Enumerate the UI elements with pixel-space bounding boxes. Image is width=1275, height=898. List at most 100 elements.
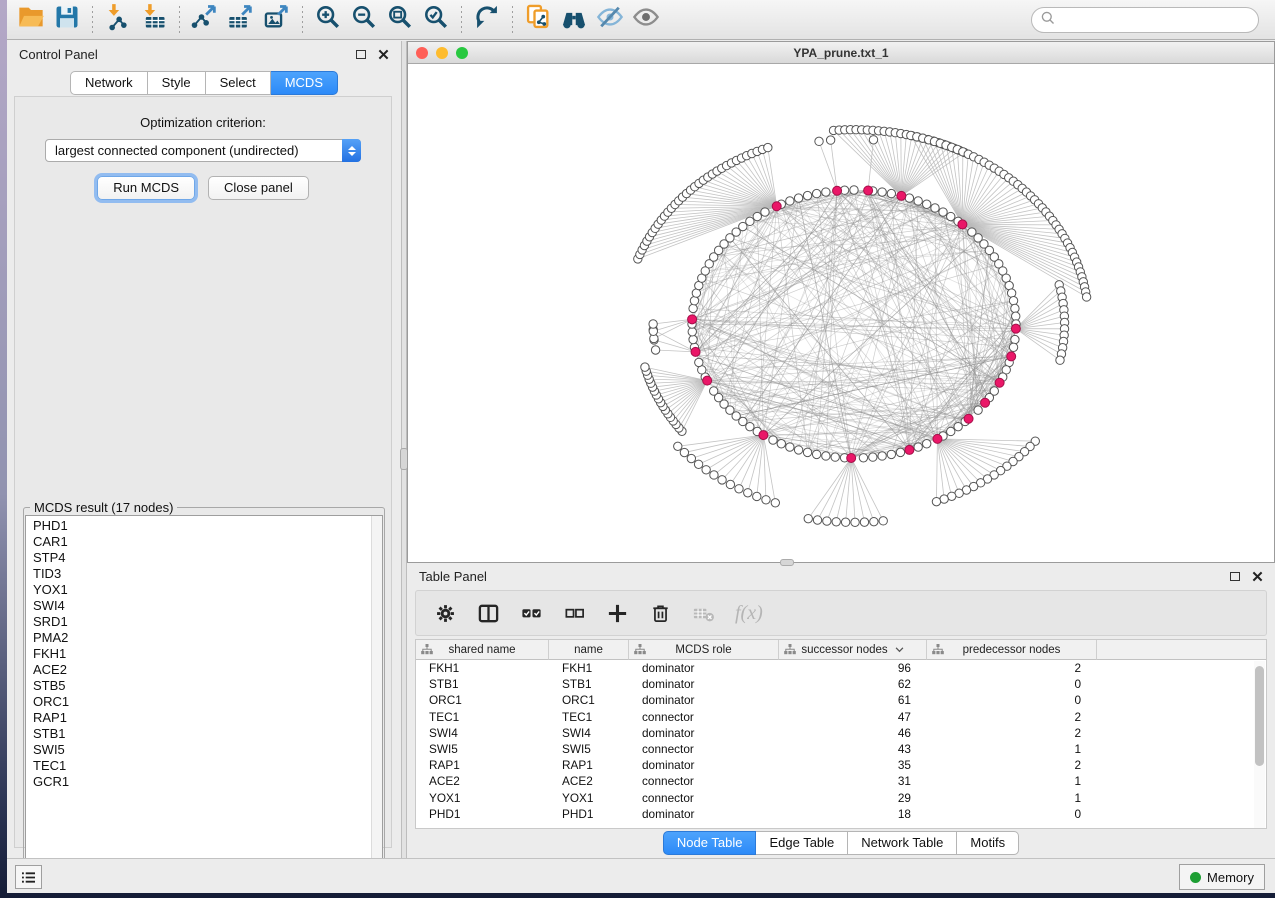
tab-network-table[interactable]: Network Table (848, 831, 957, 855)
graph-node[interactable] (939, 208, 947, 216)
import-network-button[interactable] (100, 4, 136, 36)
node-table[interactable]: shared namenameMCDS rolesuccessor nodesp… (415, 639, 1267, 829)
graph-node[interactable] (812, 189, 820, 197)
mcds-list-item[interactable]: SWI5 (26, 742, 382, 758)
graph-node[interactable] (764, 143, 772, 151)
graph-node[interactable] (651, 346, 659, 354)
graph-node[interactable] (786, 197, 794, 205)
import-table-button[interactable] (136, 4, 172, 36)
graph-node[interactable] (710, 471, 718, 479)
graph-node[interactable] (771, 499, 779, 507)
tab-mcds[interactable]: MCDS (271, 71, 338, 95)
hide-selected-button[interactable] (592, 4, 628, 36)
mcds-node[interactable] (1011, 324, 1020, 333)
mcds-list-item[interactable]: STP4 (26, 550, 382, 566)
graph-node[interactable] (823, 517, 831, 525)
float-panel-icon[interactable] (1230, 572, 1240, 581)
graph-node[interactable] (769, 436, 777, 444)
graph-node[interactable] (794, 194, 802, 202)
table-row[interactable]: RAP1RAP1dominator352 (416, 757, 1266, 773)
export-table-button[interactable] (223, 4, 259, 36)
float-panel-icon[interactable] (356, 50, 366, 59)
tab-motifs[interactable]: Motifs (957, 831, 1019, 855)
graph-node[interactable] (813, 516, 821, 524)
column-header-successor-nodes[interactable]: successor nodes (779, 640, 927, 660)
graph-node[interactable] (702, 466, 710, 474)
graph-node[interactable] (735, 485, 743, 493)
graph-node[interactable] (1012, 312, 1020, 320)
graph-node[interactable] (680, 448, 688, 456)
search-field[interactable] (1031, 7, 1259, 33)
zoom-fit-button[interactable] (382, 4, 418, 36)
graph-node[interactable] (710, 387, 718, 395)
graph-node[interactable] (923, 440, 931, 448)
horizontal-splitter-handle[interactable] (780, 559, 794, 566)
select-all-icon[interactable] (520, 602, 543, 625)
mcds-node[interactable] (688, 315, 697, 324)
graph-node[interactable] (859, 454, 867, 462)
graph-node[interactable] (932, 497, 940, 505)
tab-select[interactable]: Select (206, 71, 271, 95)
mcds-list-item[interactable]: ORC1 (26, 694, 382, 710)
mcds-node[interactable] (759, 431, 768, 440)
mcds-node[interactable] (995, 378, 1004, 387)
graph-node[interactable] (694, 460, 702, 468)
mcds-node[interactable] (964, 414, 973, 423)
graph-node[interactable] (1009, 297, 1017, 305)
graph-node[interactable] (674, 442, 682, 450)
table-scrollbar[interactable] (1254, 661, 1265, 829)
graph-node[interactable] (878, 188, 886, 196)
mcds-node[interactable] (905, 445, 914, 454)
graph-node[interactable] (718, 476, 726, 484)
mcds-list-item[interactable]: ACE2 (26, 662, 382, 678)
mcds-node[interactable] (703, 376, 712, 385)
table-row[interactable]: FKH1FKH1dominator962 (416, 660, 1266, 676)
mcds-node[interactable] (847, 453, 856, 462)
mcds-list-item[interactable]: TEC1 (26, 758, 382, 774)
graph-node[interactable] (822, 452, 830, 460)
mcds-list-scrollbar[interactable] (371, 516, 382, 872)
mcds-list-item[interactable]: TID3 (26, 566, 382, 582)
mcds-list-item[interactable]: RAP1 (26, 710, 382, 726)
table-scrollbar-thumb[interactable] (1255, 666, 1264, 766)
graph-node[interactable] (940, 495, 948, 503)
delete-icon[interactable] (649, 602, 672, 625)
save-session-button[interactable] (49, 4, 85, 36)
mcds-node[interactable] (897, 191, 906, 200)
graph-node[interactable] (803, 448, 811, 456)
tab-network[interactable]: Network (70, 71, 148, 95)
graph-node[interactable] (887, 189, 895, 197)
open-file-button[interactable] (13, 4, 49, 36)
graph-node[interactable] (914, 197, 922, 205)
graph-node[interactable] (841, 518, 849, 526)
graph-node[interactable] (689, 335, 697, 343)
graph-node[interactable] (1009, 343, 1017, 351)
graph-node[interactable] (860, 518, 868, 526)
mcds-list-item[interactable]: GCR1 (26, 774, 382, 790)
graph-node[interactable] (1011, 304, 1019, 312)
graph-node[interactable] (974, 406, 982, 414)
graph-node[interactable] (794, 446, 802, 454)
graph-node[interactable] (923, 200, 931, 208)
graph-node[interactable] (850, 186, 858, 194)
mcds-list-item[interactable]: SRD1 (26, 614, 382, 630)
graph-node[interactable] (1056, 356, 1064, 364)
graph-node[interactable] (690, 297, 698, 305)
graph-node[interactable] (746, 217, 754, 225)
columns-icon[interactable] (477, 602, 500, 625)
zoom-in-button[interactable] (310, 4, 346, 36)
maximize-window-button[interactable] (456, 47, 468, 59)
table-row[interactable]: PHD1PHD1dominator180 (416, 806, 1266, 822)
mcds-node[interactable] (691, 347, 700, 356)
close-panel-icon[interactable] (378, 49, 389, 60)
zoom-out-button[interactable] (346, 4, 382, 36)
graph-node[interactable] (695, 358, 703, 366)
graph-node[interactable] (879, 517, 887, 525)
graph-node[interactable] (744, 489, 752, 497)
graph-node[interactable] (1011, 335, 1019, 343)
graph-node[interactable] (896, 448, 904, 456)
column-header-name[interactable]: name (549, 640, 629, 660)
table-row[interactable]: ACE2ACE2connector311 (416, 773, 1266, 789)
tab-node-table[interactable]: Node Table (663, 831, 757, 855)
graph-node[interactable] (689, 304, 697, 312)
